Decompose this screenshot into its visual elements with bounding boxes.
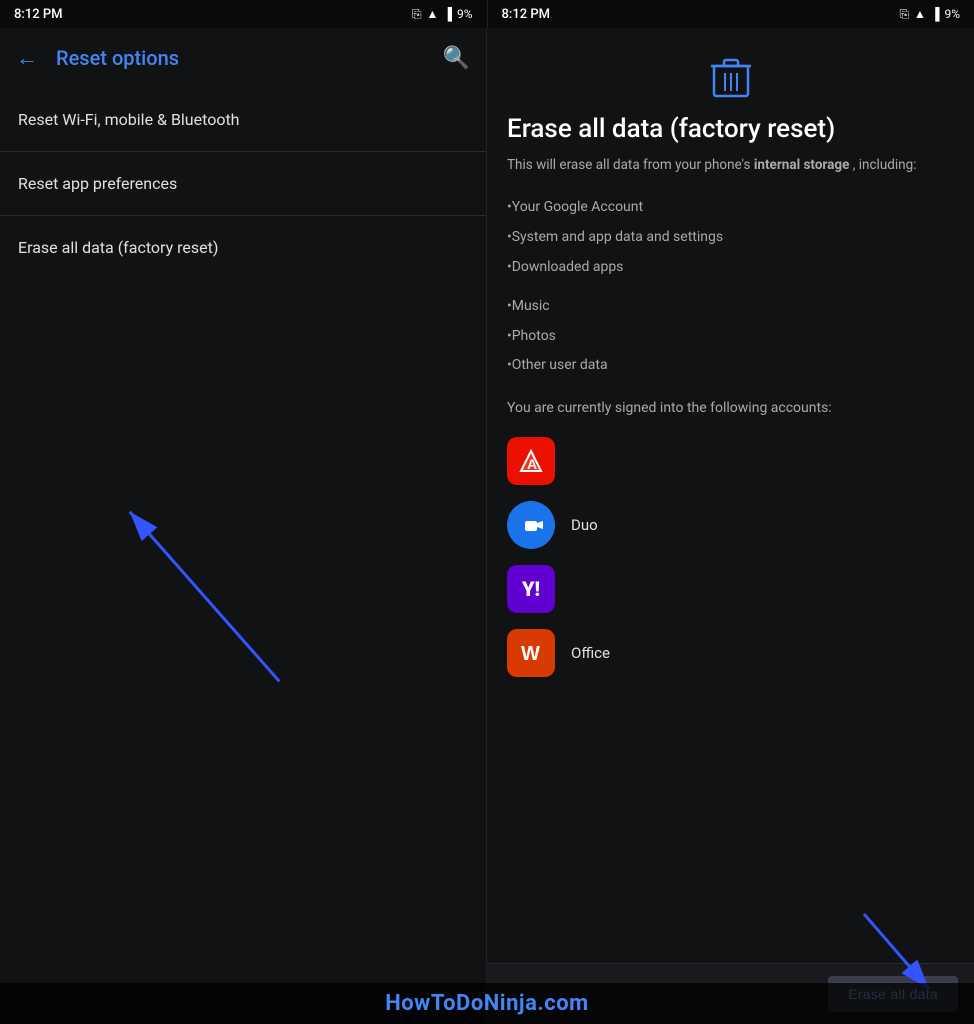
bullet-userdata: •Other user data	[507, 351, 954, 381]
account-item-duo: Duo	[507, 501, 954, 549]
time-right: 8:12 PM	[502, 7, 551, 22]
battery-level-right: 9%	[944, 7, 960, 21]
trash-icon-wrap	[507, 56, 954, 100]
menu-item-app-prefs[interactable]: Reset app preferences	[0, 152, 486, 216]
bullet-group-1: •Your Google Account •System and app dat…	[507, 193, 954, 282]
status-icons-right: ⎘ ▲ ▐ 9%	[899, 7, 960, 22]
menu-list: Reset Wi-Fi, mobile & Bluetooth Reset ap…	[0, 88, 486, 279]
bluetooth-icon-r: ⎘	[899, 7, 909, 22]
bullet-google: •Your Google Account	[507, 193, 954, 223]
account-item-yahoo: Y!	[507, 565, 954, 613]
account-item-office: W Office	[507, 629, 954, 677]
wifi-icon-r: ▲	[914, 7, 926, 21]
right-content: Erase all data (factory reset) This will…	[487, 28, 974, 1024]
account-item-adobe: A	[507, 437, 954, 485]
status-bar-right: 8:12 PM ⎘ ▲ ▐ 9%	[488, 0, 974, 28]
signal-icon: ▐	[443, 7, 452, 21]
bullet-system: •System and app data and settings	[507, 223, 954, 253]
left-header: ← Reset options 🔍	[0, 28, 486, 88]
main-split: ← Reset options 🔍 Reset Wi-Fi, mobile & …	[0, 28, 974, 1024]
back-button[interactable]: ←	[16, 45, 38, 71]
menu-item-factory-reset[interactable]: Erase all data (factory reset)	[0, 216, 486, 279]
svg-text:A: A	[527, 456, 537, 472]
battery-level-left: 9%	[457, 7, 473, 21]
erase-title: Erase all data (factory reset)	[507, 114, 954, 145]
menu-item-wifi[interactable]: Reset Wi-Fi, mobile & Bluetooth	[0, 88, 486, 152]
status-bar-left: 8:12 PM ⎘ ▲ ▐ 9%	[0, 0, 488, 28]
signal-icon-r: ▐	[931, 7, 940, 21]
wifi-icon: ▲	[427, 7, 439, 21]
accounts-text: You are currently signed into the follow…	[507, 399, 954, 419]
duo-icon	[507, 501, 555, 549]
bullet-apps: •Downloaded apps	[507, 253, 954, 283]
watermark: HowToDoNinja.com	[0, 983, 974, 1024]
svg-text:W: W	[521, 643, 540, 665]
left-panel: ← Reset options 🔍 Reset Wi-Fi, mobile & …	[0, 28, 487, 1024]
erase-description: This will erase all data from your phone…	[507, 155, 954, 175]
duo-label: Duo	[571, 516, 598, 534]
bullet-music: •Music	[507, 292, 954, 322]
bullet-group-2: •Music •Photos •Other user data	[507, 292, 954, 381]
office-label: Office	[571, 644, 610, 662]
bullet-photos: •Photos	[507, 322, 954, 352]
annotation-arrow-left	[0, 279, 486, 1024]
status-bars: 8:12 PM ⎘ ▲ ▐ 9% 8:12 PM ⎘ ▲ ▐ 9%	[0, 0, 974, 28]
arrow-container-left	[0, 279, 486, 1024]
bluetooth-icon: ⎘	[412, 7, 422, 22]
adobe-icon: A	[507, 437, 555, 485]
office-icon: W	[507, 629, 555, 677]
page-title-left: Reset options	[56, 46, 425, 70]
watermark-text: HowToDoNinja.com	[385, 991, 589, 1016]
status-icons-left: ⎘ ▲ ▐ 9%	[412, 7, 473, 22]
trash-icon	[711, 56, 751, 100]
yahoo-icon: Y!	[507, 565, 555, 613]
right-panel: Erase all data (factory reset) This will…	[487, 28, 974, 1024]
time-left: 8:12 PM	[14, 7, 63, 22]
search-icon[interactable]: 🔍	[443, 46, 470, 71]
